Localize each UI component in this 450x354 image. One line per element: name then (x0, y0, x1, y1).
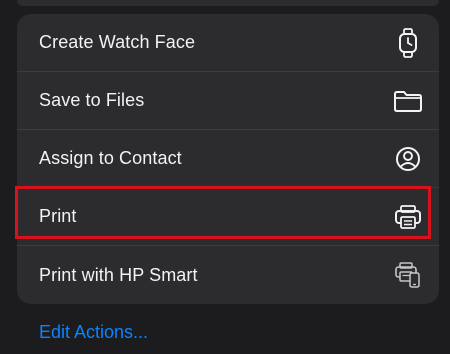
hp-smart-printer-icon (393, 260, 423, 290)
menu-item-create-watch-face[interactable]: Create Watch Face (17, 14, 439, 72)
menu-item-assign-to-contact[interactable]: Assign to Contact (17, 130, 439, 188)
share-sheet: Create Watch Face Save to Files Assign t… (0, 0, 450, 354)
menu-item-label: Assign to Contact (39, 148, 182, 168)
menu-item-label: Print (39, 206, 77, 226)
menu-item-print-with-hp-smart[interactable]: Print with HP Smart (17, 246, 439, 304)
previous-section-edge (17, 0, 439, 6)
folder-icon (393, 86, 423, 116)
watch-icon (393, 27, 423, 58)
menu-item-save-to-files[interactable]: Save to Files (17, 72, 439, 130)
edit-actions-link[interactable]: Edit Actions... (39, 322, 148, 343)
person-circle-icon (393, 144, 423, 174)
menu-item-print[interactable]: Print (17, 188, 439, 246)
menu-item-label: Save to Files (39, 90, 145, 110)
menu-item-label: Create Watch Face (39, 32, 196, 52)
actions-menu: Create Watch Face Save to Files Assign t… (17, 14, 439, 304)
printer-icon (393, 202, 423, 232)
menu-item-label: Print with HP Smart (39, 264, 198, 285)
